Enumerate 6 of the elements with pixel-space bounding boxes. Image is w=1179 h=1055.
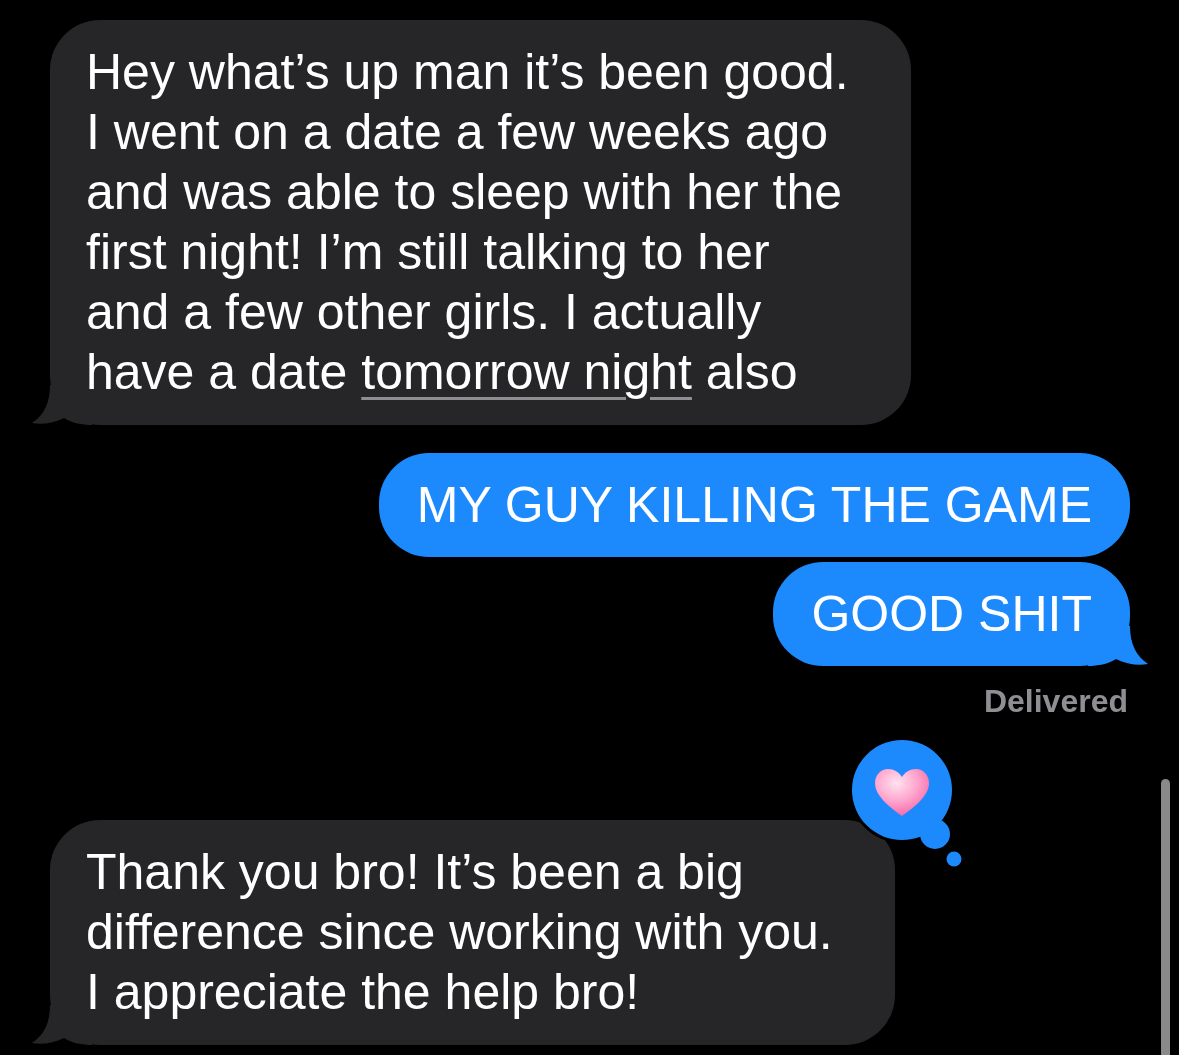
message-text: GOOD SHIT [811,585,1092,644]
message-text: MY GUY KILLING THE GAME [416,476,1092,535]
date-link[interactable]: tomorrow night [361,344,692,400]
message-text: Hey what’s up man it’s been good. I went on a date a few weeks ago and was able to sleep with her the first night! I’m still talking to her and a few other girls. I actually have a date tomorrow night also [86,43,849,402]
message-text: Thank you bro! It’s been a big difference since working with you. I appreciate the help bro! [86,843,833,1022]
delivery-status: Delivered [983,682,1129,720]
